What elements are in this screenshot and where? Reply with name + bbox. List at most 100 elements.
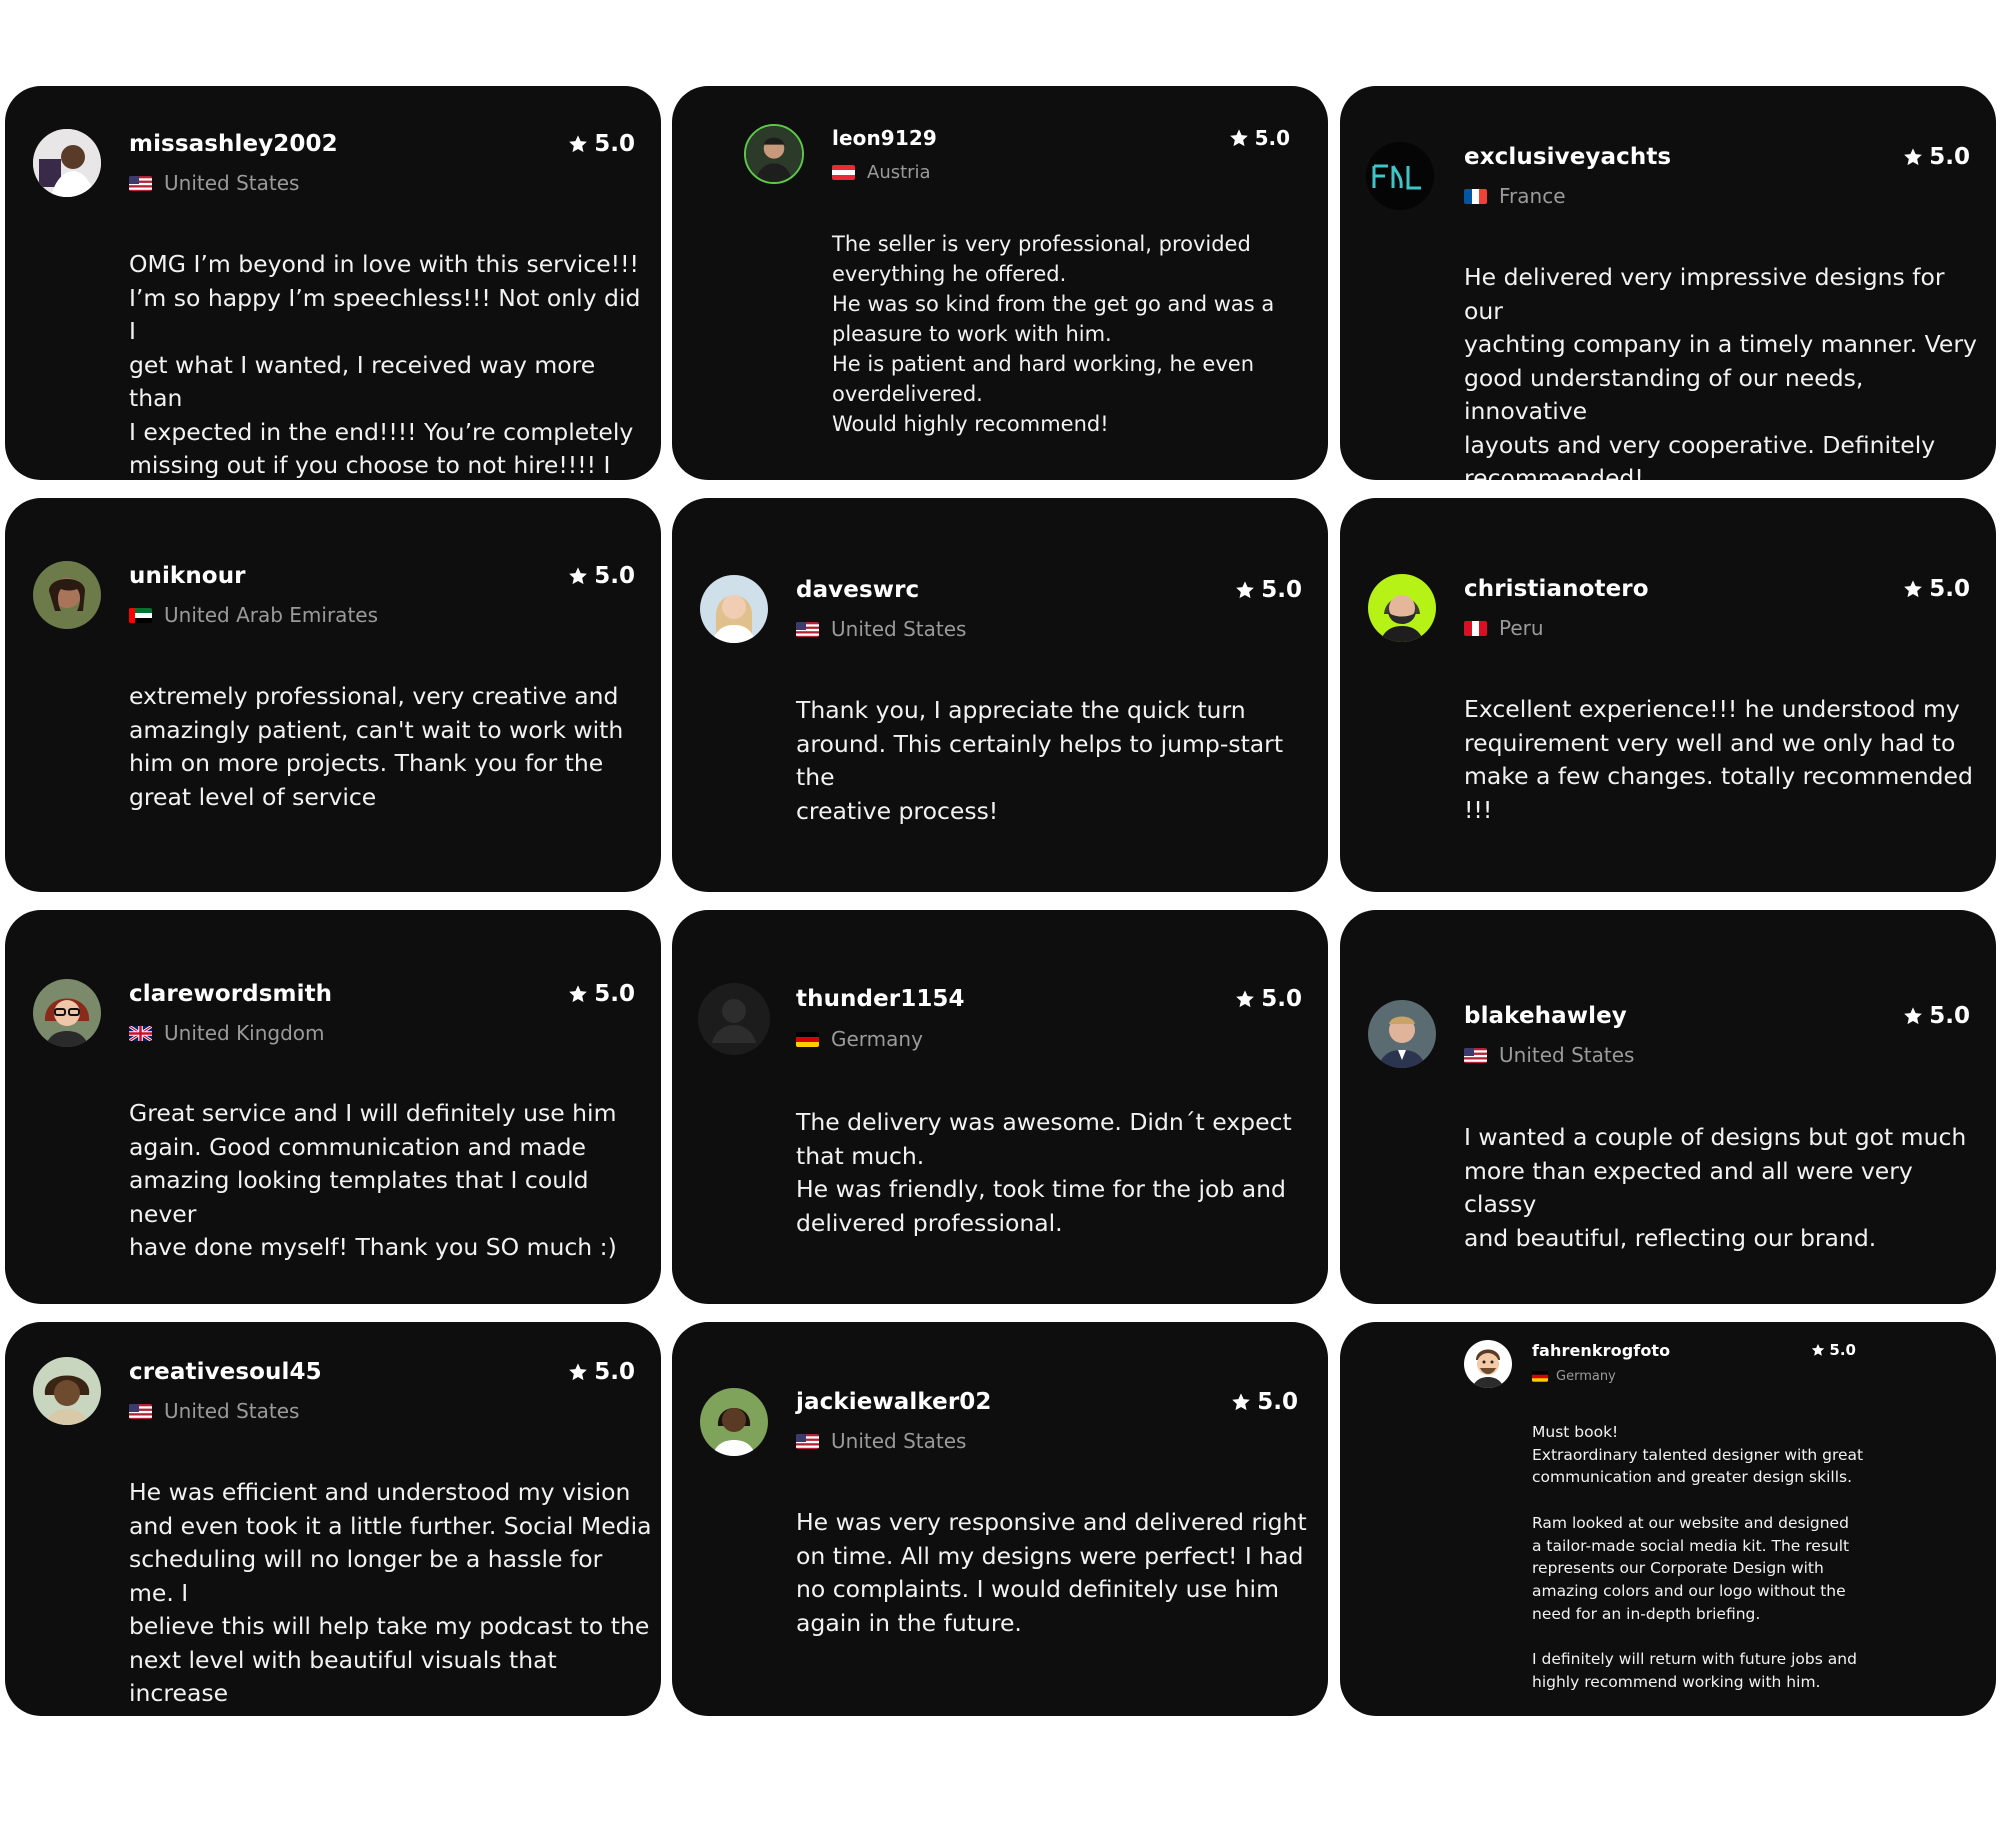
star-icon <box>1235 989 1255 1009</box>
review-text: He delivered very impressive designs for… <box>1464 263 1977 480</box>
reviewer-username[interactable]: uniknour <box>129 563 246 589</box>
country-label: Austria <box>867 162 931 183</box>
rating: 5.0 <box>568 563 635 589</box>
review-text: The seller is very professional, provide… <box>832 232 1275 436</box>
reviewer-username[interactable]: fahrenkrogfoto <box>1532 1341 1670 1360</box>
review-card: fahrenkrogfoto Germany 5.0 Must book! Ex… <box>1340 1322 1996 1716</box>
review-card: blakehawley United States 5.0 I wanted a… <box>1340 910 1996 1304</box>
star-icon <box>568 1362 588 1382</box>
star-icon <box>568 566 588 586</box>
avatar <box>33 979 101 1047</box>
rating-value: 5.0 <box>1257 1389 1298 1415</box>
review-text: OMG I’m beyond in love with this service… <box>129 250 641 479</box>
star-icon <box>568 984 588 1004</box>
avatar <box>33 1357 101 1425</box>
review-card: thunder1154 Germany 5.0 The delivery was… <box>672 910 1328 1304</box>
rating: 5.0 <box>1903 144 1970 170</box>
star-icon <box>1229 128 1249 148</box>
reviewer-country: United Arab Emirates <box>129 603 378 627</box>
avatar <box>33 129 101 197</box>
rating-value: 5.0 <box>1254 126 1290 150</box>
rating-value: 5.0 <box>594 563 635 589</box>
review-text: The delivery was awesome. Didn´t expect … <box>796 1108 1292 1237</box>
reviewer-username[interactable]: missashley2002 <box>129 131 338 157</box>
us-flag-icon <box>1464 1047 1487 1063</box>
us-flag-icon <box>796 1433 819 1449</box>
review-text: Must book! Extraordinary talented design… <box>1532 1423 1864 1691</box>
reviewer-country: United States <box>129 171 299 195</box>
reviewer-username[interactable]: exclusiveyachts <box>1464 144 1671 170</box>
country-label: Peru <box>1499 616 1544 640</box>
review-text: He was efficient and understood my visio… <box>129 1478 652 1716</box>
rating-value: 5.0 <box>1829 1341 1856 1359</box>
review-card: uniknour United Arab Emirates 5.0 extrem… <box>5 498 661 892</box>
country-label: Germany <box>1556 1369 1616 1384</box>
reviewer-username[interactable]: clarewordsmith <box>129 981 332 1007</box>
rating-value: 5.0 <box>1929 576 1970 602</box>
reviewer-country: United States <box>1464 1043 1634 1067</box>
uae-flag-icon <box>129 607 152 623</box>
rating: 5.0 <box>1235 986 1302 1012</box>
country-label: United States <box>831 1429 967 1453</box>
avatar <box>33 561 101 629</box>
star-icon <box>1235 580 1255 600</box>
review-card: daveswrc United States 5.0 Thank you, I … <box>672 498 1328 892</box>
rating: 5.0 <box>1903 576 1970 602</box>
country-label: United Kingdom <box>164 1021 325 1045</box>
avatar <box>1368 574 1436 642</box>
avatar <box>700 575 768 643</box>
review-text: Excellent experience!!! he understood my… <box>1464 695 1973 824</box>
rating-value: 5.0 <box>594 1359 635 1385</box>
review-card: creativesoul45 United States 5.0 He was … <box>5 1322 661 1716</box>
rating: 5.0 <box>1229 126 1290 150</box>
reviewer-country: United Kingdom <box>129 1021 325 1045</box>
country-label: Germany <box>831 1027 923 1051</box>
reviewer-username[interactable]: daveswrc <box>796 577 919 603</box>
review-text: Thank you, I appreciate the quick turn a… <box>796 696 1284 825</box>
star-icon <box>1231 1392 1251 1412</box>
reviewer-username[interactable]: creativesoul45 <box>129 1359 322 1385</box>
review-card: jackiewalker02 United States 5.0 He was … <box>672 1322 1328 1716</box>
peru-flag-icon <box>1464 620 1487 636</box>
reviewer-country: Germany <box>796 1027 923 1051</box>
star-icon <box>1903 579 1923 599</box>
reviewer-username[interactable]: thunder1154 <box>796 986 965 1012</box>
star-icon <box>568 134 588 154</box>
avatar <box>1366 142 1434 210</box>
reviewer-country: Germany <box>1532 1369 1616 1384</box>
rating-value: 5.0 <box>1929 1003 1970 1029</box>
rating-value: 5.0 <box>1929 144 1970 170</box>
us-flag-icon <box>796 621 819 637</box>
review-card: christianotero Peru 5.0 Excellent experi… <box>1340 498 1996 892</box>
rating: 5.0 <box>1903 1003 1970 1029</box>
review-text: extremely professional, very creative an… <box>129 682 624 811</box>
rating: 5.0 <box>568 1359 635 1385</box>
rating-value: 5.0 <box>1261 986 1302 1012</box>
rating-value: 5.0 <box>1261 577 1302 603</box>
rating: 5.0 <box>1235 577 1302 603</box>
rating-value: 5.0 <box>594 131 635 157</box>
avatar <box>1464 1340 1512 1388</box>
country-label: United States <box>1499 1043 1635 1067</box>
rating: 5.0 <box>1231 1389 1298 1415</box>
star-icon <box>1903 147 1923 167</box>
rating-value: 5.0 <box>594 981 635 1007</box>
rating: 5.0 <box>568 131 635 157</box>
reviewer-country: United States <box>796 617 966 641</box>
reviewer-username[interactable]: leon9129 <box>832 126 937 150</box>
us-flag-icon <box>129 175 152 191</box>
reviewer-country: United States <box>796 1429 966 1453</box>
reviewer-username[interactable]: blakehawley <box>1464 1003 1627 1029</box>
reviewer-country: Peru <box>1464 616 1544 640</box>
review-card: exclusiveyachts France 5.0 He delivered … <box>1340 86 1996 480</box>
reviewer-username[interactable]: christianotero <box>1464 576 1649 602</box>
germany-flag-icon <box>1532 1371 1548 1382</box>
uk-flag-icon <box>129 1025 152 1041</box>
rating: 5.0 <box>1811 1341 1856 1359</box>
france-flag-icon <box>1464 188 1487 204</box>
country-label: United States <box>164 171 300 195</box>
avatar <box>700 1388 768 1456</box>
country-label: United States <box>164 1399 300 1423</box>
reviewer-country: France <box>1464 184 1566 208</box>
reviewer-username[interactable]: jackiewalker02 <box>796 1389 992 1415</box>
